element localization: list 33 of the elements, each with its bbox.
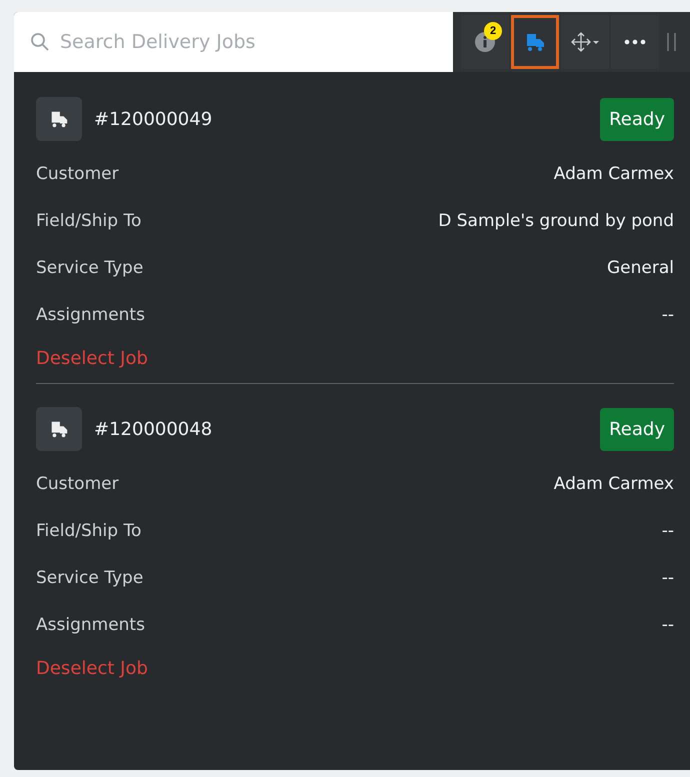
field-value: Adam Carmex	[554, 164, 674, 184]
status-badge: Ready	[600, 98, 674, 140]
field-value: Adam Carmex	[554, 474, 674, 494]
truck-icon	[36, 97, 82, 141]
truck-icon	[524, 31, 546, 53]
field-value: --	[662, 520, 674, 540]
field-label: Service Type	[36, 258, 144, 278]
field-label: Customer	[36, 474, 119, 494]
status-badge: Ready	[600, 408, 674, 450]
field-value: D Sample's ground by pond	[438, 210, 674, 230]
move-button[interactable]	[561, 15, 609, 69]
info-button[interactable]: 2	[461, 15, 509, 69]
field-label: Assignments	[36, 614, 145, 634]
more-icon	[624, 39, 646, 45]
truck-button[interactable]	[511, 15, 559, 69]
notification-badge: 2	[484, 22, 502, 40]
field-value: --	[662, 568, 674, 588]
field-label: Assignments	[36, 304, 145, 324]
search-field[interactable]: Search Delivery Jobs	[14, 12, 453, 72]
field-label: Field/Ship To	[36, 210, 142, 230]
field-value: General	[607, 258, 674, 278]
deselect-job-link[interactable]: Deselect Job	[36, 658, 148, 679]
field-value: --	[662, 614, 674, 634]
field-value: --	[662, 304, 674, 324]
truck-icon	[36, 407, 82, 451]
deselect-job-link[interactable]: Deselect Job	[36, 348, 148, 369]
job-number: #120000049	[94, 108, 214, 130]
field-label: Field/Ship To	[36, 520, 142, 540]
field-label: Customer	[36, 164, 119, 184]
grip-icon[interactable]	[665, 31, 677, 53]
job-number: #120000048	[94, 418, 214, 440]
move-icon	[570, 31, 600, 53]
field-label: Service Type	[36, 568, 144, 588]
